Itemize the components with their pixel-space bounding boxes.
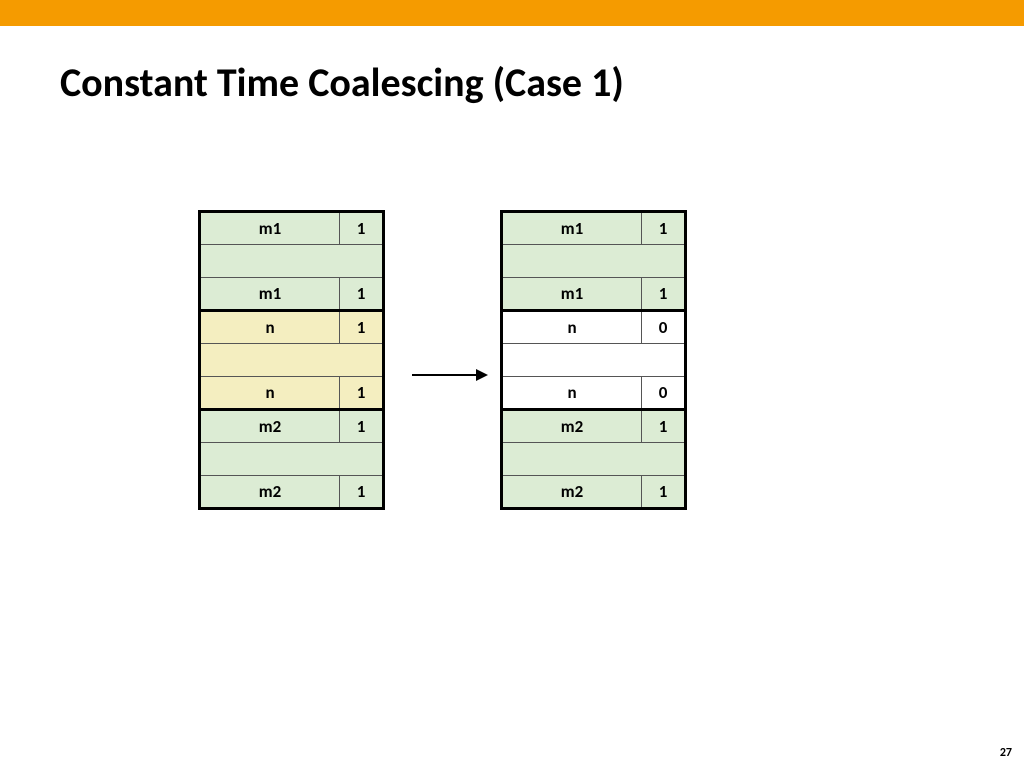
cell-label: n [502, 311, 642, 344]
table-row [200, 344, 384, 377]
cell-label [502, 344, 686, 377]
table-row: m1 1 [200, 278, 384, 311]
cell-label: m1 [502, 212, 642, 245]
arrow-right-icon [410, 365, 490, 385]
cell-flag: 1 [340, 311, 384, 344]
page-number: 27 [1000, 746, 1012, 760]
table-row: n 1 [200, 311, 384, 344]
table-row [200, 443, 384, 476]
cell-flag: 0 [642, 377, 686, 410]
cell-label [502, 245, 686, 278]
cell-flag: 1 [642, 476, 686, 509]
table-row: n 1 [200, 377, 384, 410]
cell-flag: 1 [340, 377, 384, 410]
cell-flag: 1 [642, 278, 686, 311]
cell-label [502, 443, 686, 476]
cell-label [200, 344, 384, 377]
cell-label: m2 [502, 410, 642, 443]
cell-label: n [200, 311, 340, 344]
cell-label: m2 [200, 476, 340, 509]
cell-label [200, 245, 384, 278]
slide-title: Constant Time Coalescing (Case 1) [60, 58, 1024, 107]
cell-flag: 1 [340, 476, 384, 509]
cell-label: n [502, 377, 642, 410]
heap-after-table: m1 1 m1 1 n 0 n 0 m2 1 m2 1 [500, 210, 687, 510]
accent-top-bar [0, 0, 1024, 26]
table-row [502, 443, 686, 476]
cell-flag: 1 [340, 410, 384, 443]
table-row: m2 1 [200, 476, 384, 509]
cell-label [200, 443, 384, 476]
table-row: n 0 [502, 377, 686, 410]
cell-label: m1 [200, 278, 340, 311]
table-row: n 0 [502, 311, 686, 344]
heap-before-table: m1 1 m1 1 n 1 n 1 m2 1 m2 1 [198, 210, 385, 510]
cell-flag: 1 [642, 212, 686, 245]
cell-flag: 1 [642, 410, 686, 443]
table-row: m1 1 [502, 278, 686, 311]
table-row: m2 1 [502, 476, 686, 509]
cell-label: n [200, 377, 340, 410]
table-row: m2 1 [502, 410, 686, 443]
table-row: m1 1 [502, 212, 686, 245]
table-row [502, 245, 686, 278]
table-row: m1 1 [200, 212, 384, 245]
cell-label: m1 [200, 212, 340, 245]
cell-flag: 1 [340, 212, 384, 245]
cell-label: m2 [502, 476, 642, 509]
table-row [502, 344, 686, 377]
cell-label: m2 [200, 410, 340, 443]
cell-flag: 0 [642, 311, 686, 344]
table-row: m2 1 [200, 410, 384, 443]
table-row [200, 245, 384, 278]
cell-flag: 1 [340, 278, 384, 311]
cell-label: m1 [502, 278, 642, 311]
